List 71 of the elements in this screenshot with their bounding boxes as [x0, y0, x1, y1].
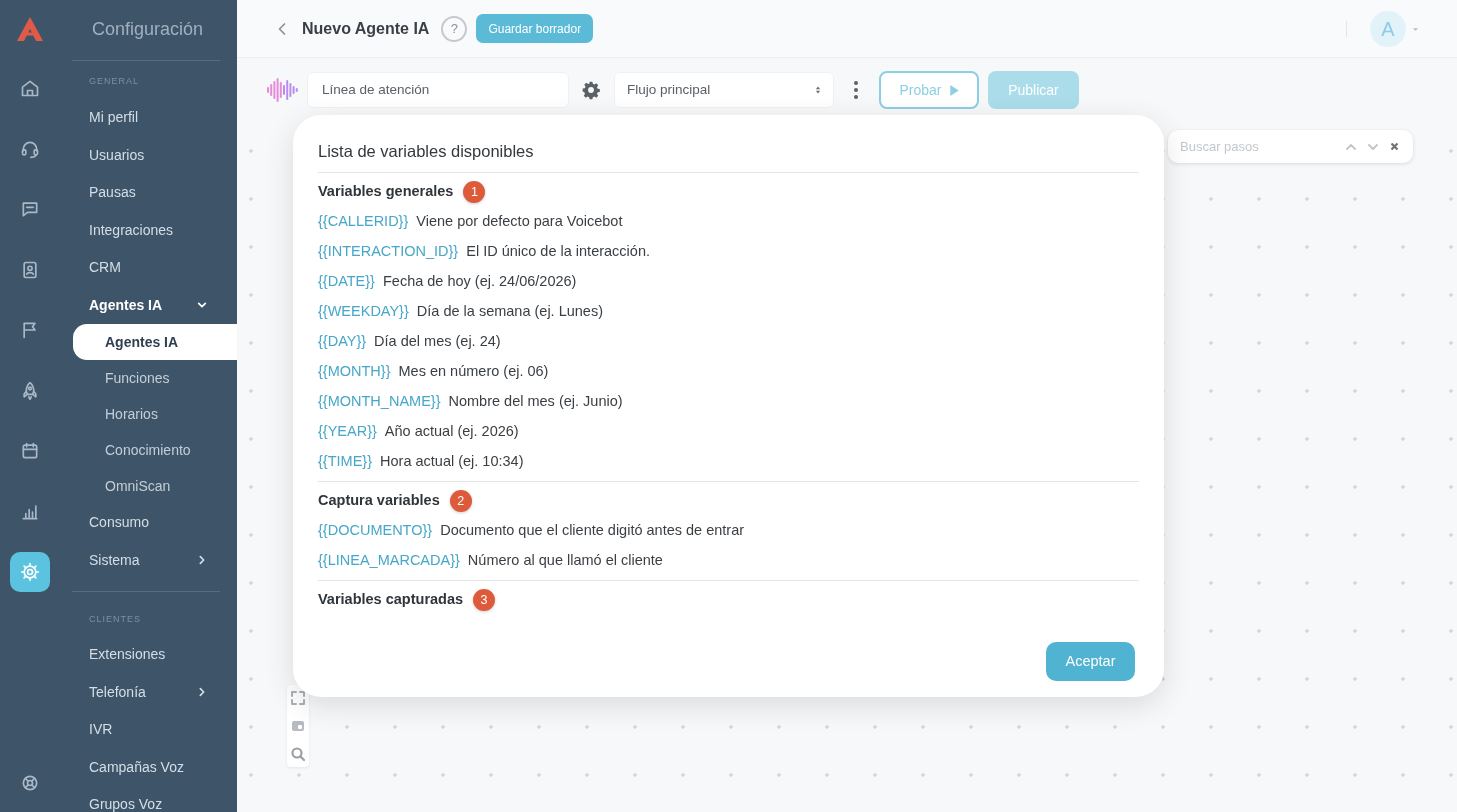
variable-name: {{MONTH_NAME}}	[318, 392, 441, 412]
number-badge: 1	[463, 181, 486, 203]
zoom-icon[interactable]	[291, 747, 305, 761]
section-title: Variables capturadas	[318, 590, 464, 610]
menu-item[interactable]: Mi perfil	[60, 99, 237, 137]
logo-icon	[15, 15, 45, 43]
settings-icon	[20, 562, 40, 583]
section-label: GENERAL	[89, 75, 139, 89]
menu-item[interactable]: Horarios	[60, 396, 237, 432]
lifebuoy-icon	[20, 773, 40, 793]
menu-item[interactable]: Funciones	[60, 360, 237, 396]
variable-name: {{MONTH}}	[318, 362, 391, 382]
fit-view-icon[interactable]	[291, 691, 305, 705]
menu-item[interactable]: Sistema	[60, 541, 237, 579]
variable-description: Año actual (ej. 2026)	[384, 422, 519, 442]
number-badge: 3	[473, 589, 496, 611]
menu-item[interactable]: Consumo	[60, 504, 237, 542]
variable-name: {{CALLERID}}	[318, 212, 409, 232]
name-field[interactable]: Línea de atención	[307, 72, 569, 108]
section-label: CLIENTES	[89, 613, 141, 627]
variable-name: {{YEAR}}	[318, 422, 377, 442]
calendar-icon	[20, 441, 40, 462]
close-icon[interactable]	[1390, 142, 1399, 151]
contact-card-icon	[20, 259, 40, 280]
home-icon	[20, 78, 40, 99]
variable-description: Documento que el cliente digitó antes de entrar	[440, 521, 745, 541]
section-title: Captura variables	[318, 491, 440, 511]
rocket-icon	[20, 380, 40, 401]
menu-item[interactable]: Conocimiento	[60, 432, 237, 468]
variable-name: {{DAY}}	[318, 332, 367, 352]
menu-item[interactable]: Telefonía	[60, 673, 237, 711]
variable-name: {{WEEKDAY}}	[318, 302, 409, 322]
back-icon[interactable]	[277, 21, 287, 36]
variable-description: Día del mes (ej. 24)	[374, 332, 501, 352]
nav-button[interactable]	[10, 552, 50, 593]
variable-name: {{INTERACTION_ID}}	[318, 242, 459, 262]
variable-name: {{DATE}}	[318, 272, 375, 292]
menu-item[interactable]: Extensiones	[60, 636, 237, 674]
variable-description: Nombre del mes (ej. Junio)	[448, 392, 623, 412]
section-title: Variables generales	[318, 182, 454, 202]
more-options-icon[interactable]	[854, 81, 858, 99]
menu-item[interactable]: Integraciones	[60, 211, 237, 249]
menu-item[interactable]: Pausas	[60, 174, 237, 212]
sort-arrows-icon	[815, 85, 821, 95]
variable-name: {{DOCUMENTO}}	[318, 521, 433, 541]
variable-name: {{LINEA_MARCADA}}	[318, 551, 460, 571]
menu-item[interactable]: CRM	[60, 249, 237, 287]
variable-description: Fecha de hoy (ej. 24/06/2026)	[382, 272, 577, 292]
panel-title: Configuración	[92, 17, 204, 41]
page-title: Nuevo Agente IA	[302, 18, 430, 39]
menu-item[interactable]: OmniScan	[60, 468, 237, 504]
menu-item[interactable]: Usuarios	[60, 136, 237, 174]
menu-item[interactable]: Agentes IA	[60, 286, 237, 324]
settings-icon[interactable]	[581, 80, 601, 100]
dialog-title: Lista de variables disponibles	[318, 141, 535, 162]
variable-description: El ID único de la interacción.	[466, 242, 650, 262]
menu-item[interactable]: Campañas Voz	[60, 748, 237, 786]
menu-item[interactable]: Grupos Voz	[60, 786, 237, 812]
variable-name: {{TIME}}	[318, 452, 372, 472]
play-icon	[948, 83, 959, 97]
variable-description: Hora actual (ej. 10:34)	[380, 452, 524, 472]
menu-item[interactable]: Agentes IA	[73, 324, 237, 360]
menu-item[interactable]: IVR	[60, 711, 237, 749]
help-button[interactable]: ?	[441, 15, 468, 42]
variable-description: Número al que llamó el cliente	[467, 551, 663, 571]
waveform-icon	[267, 77, 299, 103]
number-badge: 2	[449, 490, 472, 512]
variable-description: Mes en número (ej. 06)	[398, 362, 549, 382]
variable-description: Viene por defecto para Voicebot	[416, 212, 623, 232]
variable-description: Día de la semana (ej. Lunes)	[416, 302, 603, 322]
flow-select[interactable]: Flujo principal	[614, 72, 834, 108]
